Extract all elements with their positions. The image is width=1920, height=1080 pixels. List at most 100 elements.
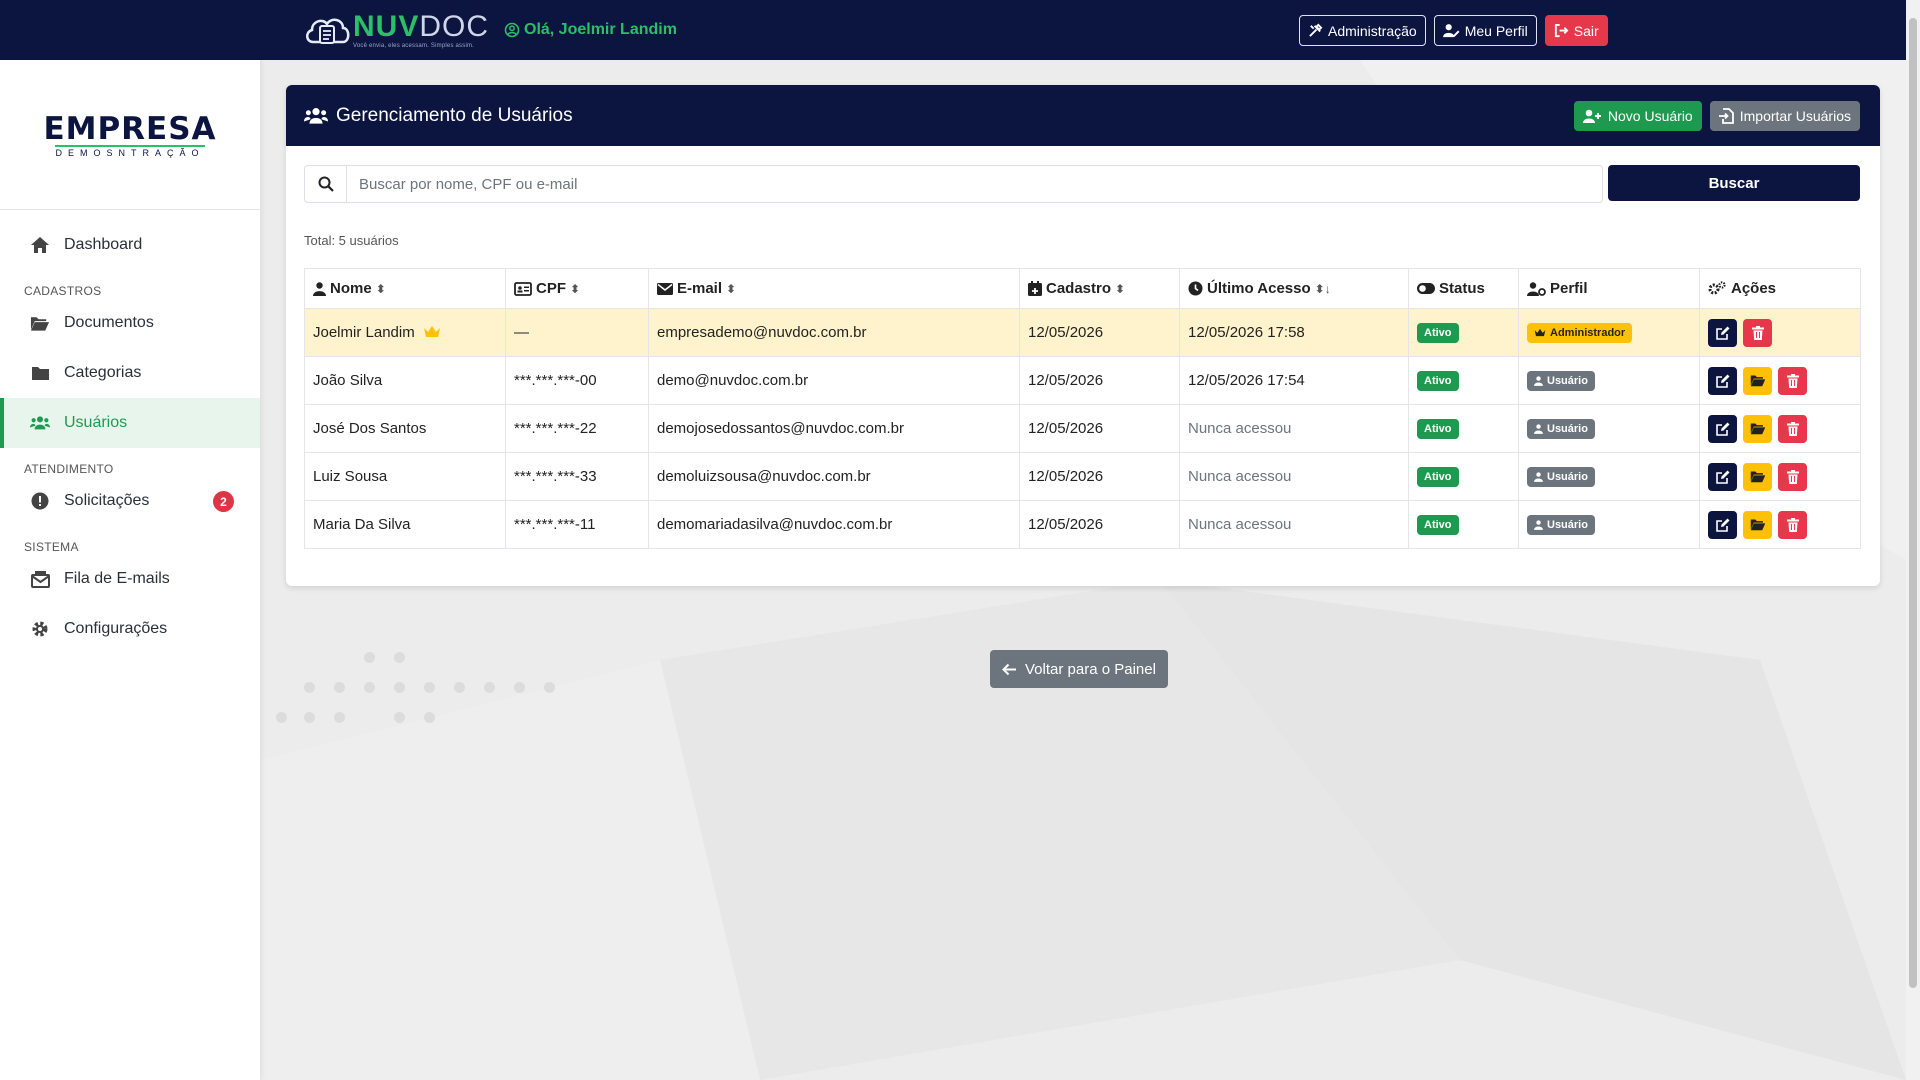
cell-nome: Maria Da Silva xyxy=(304,500,506,549)
sidebar-item-solicitacoes[interactable]: Solicitações 2 xyxy=(0,476,260,526)
section-cadastros: CADASTROS xyxy=(24,284,102,298)
delete-button[interactable] xyxy=(1778,366,1807,395)
sidebar-item-label: Fila de E-mails xyxy=(64,570,170,587)
sidebar-item-label: Configurações xyxy=(64,620,168,637)
back-button-label: Voltar para o Painel xyxy=(1025,660,1156,678)
edit-button[interactable] xyxy=(1708,510,1737,539)
cogs-icon xyxy=(1708,281,1726,295)
clock-icon xyxy=(1188,281,1203,296)
id-card-icon xyxy=(514,281,532,296)
edit-button[interactable] xyxy=(1708,318,1737,347)
cell-status: Ativo xyxy=(1408,404,1519,453)
search-input[interactable] xyxy=(346,165,1603,203)
col-acoes-label: Ações xyxy=(1731,280,1777,297)
profile-badge: Usuário xyxy=(1527,466,1595,487)
edit-button[interactable] xyxy=(1708,366,1737,395)
cell-perfil: Usuário xyxy=(1518,500,1700,549)
sort-icon[interactable]: ⬍ xyxy=(570,282,580,296)
col-cadastro[interactable]: Cadastro ⬍ xyxy=(1019,268,1180,309)
sidebar-item-label: Categorias xyxy=(64,364,142,381)
user-icon xyxy=(1534,375,1543,386)
documents-button[interactable] xyxy=(1743,510,1772,539)
logo-tagline: Você envia, eles acessam. Simples assim. xyxy=(353,42,475,49)
cell-ultimo-acesso: 12/05/2026 17:54 xyxy=(1179,356,1409,405)
total-users: Total: 5 usuários xyxy=(304,233,399,248)
status-badge: Ativo xyxy=(1417,322,1459,343)
back-to-panel-button[interactable]: Voltar para o Painel xyxy=(990,650,1168,688)
cell-cpf: ***.***.***-22 xyxy=(505,404,649,453)
sidebar-item-label: Documentos xyxy=(64,314,154,331)
delete-button[interactable] xyxy=(1778,414,1807,443)
search-group xyxy=(304,165,1603,203)
table-row[interactable]: José Dos Santos ***.***.***-22 demojosed… xyxy=(304,404,1861,453)
col-status-label: Status xyxy=(1439,280,1485,297)
import-users-button[interactable]: Importar Usuários xyxy=(1709,101,1860,131)
status-badge: Ativo xyxy=(1417,514,1459,535)
search-button[interactable]: Buscar xyxy=(1608,165,1860,201)
col-nome[interactable]: Nome ⬍ xyxy=(304,268,506,309)
top-navbar: NUVDOC Você envia, eles acessam. Simples… xyxy=(0,0,1906,60)
table-header-row: Nome ⬍ CPF ⬍ E-mail ⬍ Cadastro ⬍ Último Aces… xyxy=(304,268,1861,309)
section-sistema: SISTEMA xyxy=(24,540,79,554)
cell-acoes xyxy=(1699,308,1861,357)
sidebar-item-usuarios[interactable]: Usuários xyxy=(0,398,260,448)
col-ultimo-acesso[interactable]: Último Acesso ⬍↓ xyxy=(1179,268,1409,309)
cell-nome: Joelmir Landim xyxy=(304,308,506,357)
admin-button[interactable]: Administração xyxy=(1299,15,1426,46)
logout-button[interactable]: Sair xyxy=(1544,15,1608,46)
documents-button[interactable] xyxy=(1743,366,1772,395)
profile-badge: Usuário xyxy=(1527,418,1595,439)
user-icon xyxy=(1534,423,1543,434)
scrollbar-thumb[interactable] xyxy=(1909,18,1917,988)
cloud-document-icon xyxy=(306,18,350,44)
documents-button[interactable] xyxy=(1743,414,1772,443)
table-row[interactable]: Maria Da Silva ***.***.***-11 demomariad… xyxy=(304,500,1861,549)
gear-icon xyxy=(30,619,50,639)
tools-icon xyxy=(1309,23,1323,37)
status-badge: Ativo xyxy=(1417,418,1459,439)
new-user-label: Novo Usuário xyxy=(1607,108,1693,124)
search-icon xyxy=(304,165,346,203)
sidebar-item-documentos[interactable]: Documentos xyxy=(0,298,260,348)
sidebar-item-categorias[interactable]: Categorias xyxy=(0,348,260,398)
page-scrollbar[interactable] xyxy=(1906,0,1920,1080)
cell-cadastro: 12/05/2026 xyxy=(1019,356,1180,405)
solicitacoes-count-badge: 2 xyxy=(213,491,234,512)
company-logo[interactable]: EMPRESA DEMOSNTRAÇÃO xyxy=(0,60,260,210)
edit-icon xyxy=(1715,518,1729,532)
profile-button[interactable]: Meu Perfil xyxy=(1433,15,1537,46)
delete-button[interactable] xyxy=(1778,510,1807,539)
cell-cpf: ***.***.***-33 xyxy=(505,452,649,501)
cell-ultimo-acesso: 12/05/2026 17:58 xyxy=(1179,308,1409,357)
card-header: Gerenciamento de Usuários Novo Usuário I… xyxy=(286,85,1880,146)
documents-button[interactable] xyxy=(1743,462,1772,491)
new-user-button[interactable]: Novo Usuário xyxy=(1573,101,1702,131)
table-row[interactable]: Luiz Sousa ***.***.***-33 demoluizsousa@… xyxy=(304,452,1861,501)
nuvdoc-logo[interactable]: NUVDOC Você envia, eles acessam. Simples… xyxy=(303,11,489,49)
col-cpf-label: CPF xyxy=(536,280,566,297)
sort-desc-icon[interactable]: ⬍↓ xyxy=(1315,282,1331,296)
sidebar-item-configuracoes[interactable]: Configurações xyxy=(0,604,260,654)
sort-icon[interactable]: ⬍ xyxy=(1115,282,1125,296)
cell-status: Ativo xyxy=(1408,308,1519,357)
home-icon xyxy=(30,235,50,255)
edit-button[interactable] xyxy=(1708,462,1737,491)
col-cpf[interactable]: CPF ⬍ xyxy=(505,268,649,309)
cell-nome: José Dos Santos xyxy=(304,404,506,453)
col-email[interactable]: E-mail ⬍ xyxy=(648,268,1020,309)
table-row[interactable]: João Silva ***.***.***-00 demo@nuvdoc.co… xyxy=(304,356,1861,405)
trash-icon xyxy=(1786,517,1799,532)
edit-icon xyxy=(1715,470,1729,484)
crown-icon xyxy=(423,326,440,337)
delete-button[interactable] xyxy=(1743,318,1772,347)
folder-open-icon xyxy=(1750,471,1765,483)
delete-button[interactable] xyxy=(1778,462,1807,491)
sort-icon[interactable]: ⬍ xyxy=(376,282,386,296)
table-row[interactable]: Joelmir Landim — empresademo@nuvdoc.com.… xyxy=(304,308,1861,357)
section-atendimento: ATENDIMENTO xyxy=(24,462,114,476)
edit-button[interactable] xyxy=(1708,414,1737,443)
edit-icon xyxy=(1715,326,1729,340)
sidebar-item-dashboard[interactable]: Dashboard xyxy=(0,220,260,270)
sort-icon[interactable]: ⬍ xyxy=(726,282,736,296)
sidebar-item-fila-emails[interactable]: Fila de E-mails xyxy=(0,554,260,604)
